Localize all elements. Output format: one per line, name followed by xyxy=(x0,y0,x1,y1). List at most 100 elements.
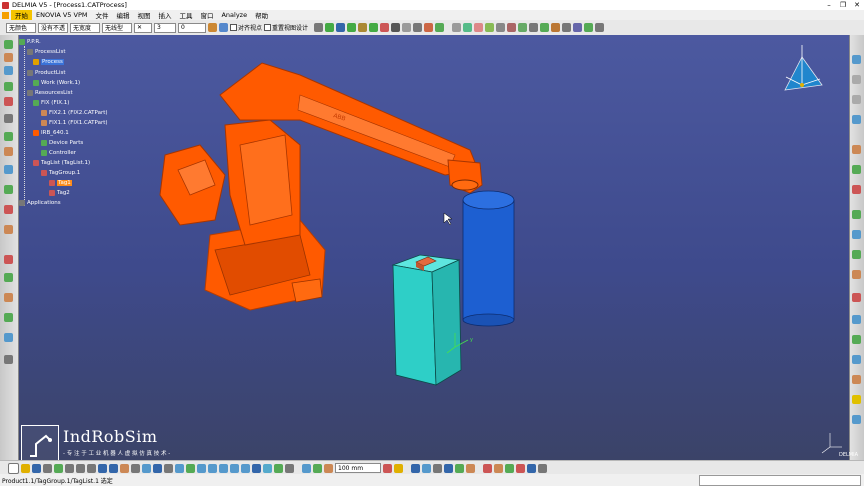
left-tool-13-icon[interactable] xyxy=(4,255,13,264)
compass-widget[interactable] xyxy=(784,45,823,91)
right-tool-10-icon[interactable] xyxy=(852,250,861,259)
right-tool-8-icon[interactable] xyxy=(852,210,861,219)
snap-icon[interactable] xyxy=(313,463,322,473)
menu-help[interactable]: 帮助 xyxy=(251,10,272,20)
menu-insert[interactable]: 插入 xyxy=(154,10,175,20)
tree-item-controller[interactable]: Controller xyxy=(41,150,76,156)
menu-tools[interactable]: 工具 xyxy=(175,10,196,20)
open-icon[interactable] xyxy=(21,463,30,473)
tree-item-fix1[interactable]: FIX1.1 (FIX1.CATPart) xyxy=(41,120,108,126)
toolbar-icon-k[interactable] xyxy=(562,23,572,32)
line-type-select[interactable]: 无线型 xyxy=(102,22,132,33)
save-icon[interactable] xyxy=(32,463,41,473)
hide-show-icon[interactable] xyxy=(274,463,283,473)
tree-root[interactable]: P.P.R. xyxy=(19,39,41,45)
left-tool-8-icon[interactable] xyxy=(4,147,13,156)
command-input[interactable] xyxy=(699,474,861,486)
analysis-icon[interactable] xyxy=(435,23,445,32)
left-tool-7-icon[interactable] xyxy=(4,132,13,141)
copy-icon[interactable] xyxy=(76,463,85,473)
menu-enovia[interactable]: ENOVIA V5 VPM xyxy=(32,11,91,19)
left-tool-14-icon[interactable] xyxy=(4,273,13,282)
iso-view-icon[interactable] xyxy=(252,463,261,473)
left-tool-11-icon[interactable] xyxy=(4,205,13,214)
compass-snap-icon[interactable] xyxy=(302,463,311,473)
tree-item-productlist[interactable]: ProductList xyxy=(27,70,66,76)
box-fixture[interactable] xyxy=(391,254,462,386)
bottom-tool-7-icon[interactable] xyxy=(483,463,492,473)
bottom-tool-8-icon[interactable] xyxy=(494,463,503,473)
toolbar-icon-a[interactable] xyxy=(452,23,462,32)
left-tool-9-icon[interactable] xyxy=(4,165,13,174)
tree-item-taggroup[interactable]: TagGroup.1 xyxy=(41,170,80,176)
tree-item-processlist[interactable]: ProcessList xyxy=(27,49,65,55)
tree-item-process[interactable]: Process xyxy=(33,59,64,65)
right-tool-14-icon[interactable] xyxy=(852,335,861,344)
right-tool-7-icon[interactable] xyxy=(852,185,861,194)
left-tool-10-icon[interactable] xyxy=(4,185,13,194)
right-tool-17-icon[interactable] xyxy=(852,395,861,404)
reset-view-check[interactable]: 重置视图设计 xyxy=(264,23,308,32)
grid-icon[interactable] xyxy=(402,23,412,32)
left-tool-6-icon[interactable] xyxy=(4,114,13,123)
left-tool-3-icon[interactable] xyxy=(4,66,13,75)
right-tool-12-icon[interactable] xyxy=(852,293,861,302)
menu-view[interactable]: 视图 xyxy=(133,10,154,20)
hammer-icon[interactable] xyxy=(394,463,403,473)
right-tool-13-icon[interactable] xyxy=(852,315,861,324)
undo-icon[interactable] xyxy=(98,463,107,473)
right-tool-11-icon[interactable] xyxy=(852,270,861,279)
zoom-out-icon[interactable] xyxy=(230,463,239,473)
bottom-tool-6-icon[interactable] xyxy=(466,463,475,473)
left-tool-16-icon[interactable] xyxy=(4,313,13,322)
tag-icon[interactable] xyxy=(380,23,390,32)
3d-viewport[interactable]: ABB y xyxy=(0,35,864,460)
robot-jog-icon[interactable] xyxy=(358,23,368,32)
tree-item-resourceslist[interactable]: ResourcesList xyxy=(27,90,73,96)
tree-item-irb640[interactable]: IRB_640.1 xyxy=(33,130,69,136)
right-tool-5-icon[interactable] xyxy=(852,145,861,154)
swap-space-icon[interactable] xyxy=(285,463,294,473)
measure-icon[interactable] xyxy=(413,23,423,32)
right-tool-15-icon[interactable] xyxy=(852,355,861,364)
bottom-tool-5-icon[interactable] xyxy=(455,463,464,473)
redo-icon[interactable] xyxy=(109,463,118,473)
compass-icon[interactable] xyxy=(314,23,324,32)
catalog-icon[interactable] xyxy=(153,463,162,473)
sim-run-icon[interactable] xyxy=(325,23,335,32)
minimize-button[interactable]: – xyxy=(822,1,836,9)
toolbar-icon-b[interactable] xyxy=(463,23,473,32)
menu-window[interactable]: 窗口 xyxy=(196,10,217,20)
toolbar-icon-e[interactable] xyxy=(496,23,506,32)
left-tool-15-icon[interactable] xyxy=(4,293,13,302)
right-tool-6-icon[interactable] xyxy=(852,165,861,174)
tree-item-tag2[interactable]: Tag2 xyxy=(49,190,70,196)
bottom-tool-2-icon[interactable] xyxy=(422,463,431,473)
left-tool-1-icon[interactable] xyxy=(4,40,13,49)
bottom-tool-3-icon[interactable] xyxy=(433,463,442,473)
point-number-select[interactable]: 0 xyxy=(178,22,206,33)
right-tool-2-icon[interactable] xyxy=(852,75,861,84)
transparency-select[interactable]: 没有不透 xyxy=(38,22,68,33)
brush-icon[interactable] xyxy=(219,23,228,32)
close-button[interactable]: ✕ xyxy=(850,1,864,9)
tree-item-fix2[interactable]: FIX2.1 (FIX2.CATPart) xyxy=(41,110,108,116)
menu-edit[interactable]: 编辑 xyxy=(112,10,133,20)
bottom-tool-1-icon[interactable] xyxy=(411,463,420,473)
clash-icon[interactable] xyxy=(424,23,434,32)
bottom-tool-10-icon[interactable] xyxy=(516,463,525,473)
tree-item-tag1[interactable]: Tag1 xyxy=(49,180,72,186)
color-select[interactable]: 无颜色 xyxy=(6,22,36,33)
tree-item-taglist[interactable]: TagList (TagList.1) xyxy=(33,160,90,166)
sim-play-icon[interactable] xyxy=(347,23,357,32)
quick-save-icon[interactable] xyxy=(54,463,63,473)
new-icon[interactable] xyxy=(8,462,19,474)
menu-file[interactable]: 文件 xyxy=(91,10,112,20)
scene-canvas[interactable]: ABB y xyxy=(0,35,864,460)
left-tool-12-icon[interactable] xyxy=(4,225,13,234)
menu-start[interactable]: 开始 xyxy=(11,10,32,20)
toolbar-icon-c[interactable] xyxy=(474,23,484,32)
fx-icon[interactable] xyxy=(131,463,140,473)
bottom-tool-12-icon[interactable] xyxy=(538,463,547,473)
manipulate-icon[interactable] xyxy=(324,463,333,473)
